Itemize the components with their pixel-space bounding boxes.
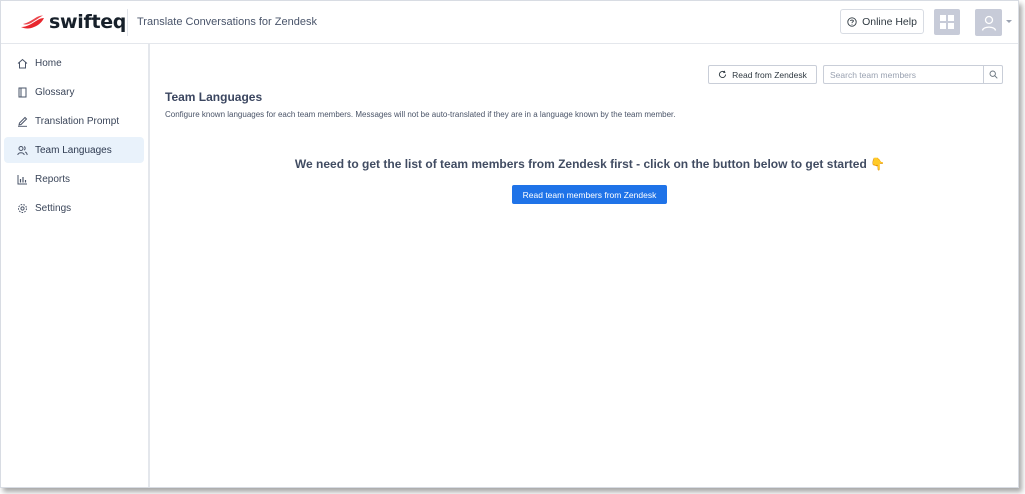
- read-from-zendesk-label: Read from Zendesk: [732, 69, 807, 80]
- chevron-down-icon[interactable]: [1006, 20, 1012, 23]
- sidebar: Home Glossary Translation Prompt Team La…: [1, 44, 150, 487]
- read-from-zendesk-button[interactable]: Read from Zendesk: [708, 65, 817, 84]
- swifteq-logo[interactable]: swifteq: [19, 10, 126, 34]
- search-team-members: [823, 65, 1003, 84]
- grid-icon: [940, 15, 954, 29]
- sidebar-item-translation-prompt[interactable]: Translation Prompt: [4, 108, 144, 134]
- online-help-label: Online Help: [862, 15, 917, 28]
- sidebar-item-team-languages[interactable]: Team Languages: [4, 137, 144, 163]
- sidebar-item-label: Reports: [35, 173, 71, 185]
- sidebar-item-label: Glossary: [35, 86, 75, 98]
- app-window: swifteq Translate Conversations for Zend…: [0, 0, 1019, 488]
- page-title: Team Languages: [165, 90, 263, 104]
- sidebar-item-label: Translation Prompt: [35, 115, 120, 127]
- book-icon: [17, 87, 28, 98]
- team-icon: [17, 145, 28, 156]
- refresh-icon: [719, 70, 727, 78]
- apps-grid-button[interactable]: [934, 9, 960, 35]
- search-button[interactable]: [983, 66, 1002, 83]
- sidebar-item-label: Home: [35, 57, 62, 69]
- sidebar-item-label: Settings: [35, 202, 72, 214]
- gear-icon: [17, 203, 28, 214]
- sidebar-item-reports[interactable]: Reports: [4, 166, 144, 192]
- empty-state-message: We need to get the list of team members …: [294, 157, 886, 171]
- page-description: Configure known languages for each team …: [165, 110, 676, 119]
- search-input[interactable]: [824, 66, 984, 83]
- bar-chart-icon: [17, 174, 28, 185]
- user-avatar-button[interactable]: [975, 9, 1002, 36]
- main-content: Read from Zendesk Team Languages Configu…: [150, 44, 1018, 487]
- sidebar-item-settings[interactable]: Settings: [4, 195, 144, 221]
- home-icon: [17, 58, 28, 69]
- online-help-button[interactable]: Online Help: [840, 9, 924, 34]
- sidebar-item-label: Team Languages: [35, 144, 112, 156]
- user-icon: [981, 15, 996, 31]
- search-icon: [989, 70, 998, 79]
- brand-name: swifteq: [49, 11, 127, 33]
- top-header: swifteq Translate Conversations for Zend…: [1, 1, 1018, 44]
- pencil-icon: [17, 116, 28, 127]
- read-team-members-button[interactable]: Read team members from Zendesk: [512, 185, 667, 204]
- sidebar-item-home[interactable]: Home: [4, 50, 144, 76]
- sidebar-item-glossary[interactable]: Glossary: [4, 79, 144, 105]
- app-title: Translate Conversations for Zendesk: [137, 16, 317, 28]
- help-circle-icon: [847, 16, 857, 27]
- swifteq-logo-icon: [21, 15, 44, 29]
- header-divider: [127, 9, 128, 36]
